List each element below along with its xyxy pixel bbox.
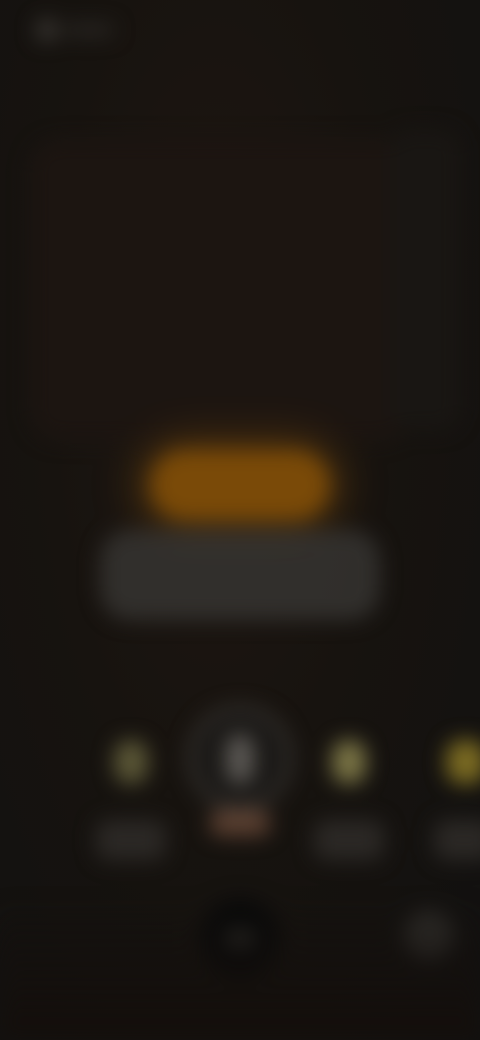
mode-label	[434, 820, 480, 860]
microphone-icon	[226, 734, 254, 784]
mode-label	[96, 820, 166, 860]
bottom-gradient	[0, 900, 480, 1040]
countdown-indicator-text	[150, 450, 330, 520]
mode-option-timer[interactable]	[96, 730, 166, 870]
app-screen	[0, 0, 480, 1040]
flash-icon	[446, 740, 480, 784]
clock-icon	[36, 19, 58, 41]
timer-icon	[114, 740, 148, 784]
mode-label-active	[210, 810, 270, 836]
mode-option-flash[interactable]	[424, 730, 480, 870]
viewfinder-area	[30, 140, 410, 440]
blurred-background-layer	[0, 0, 480, 1040]
status-bar	[28, 14, 118, 44]
status-time-text	[64, 24, 114, 36]
mode-label	[314, 820, 384, 860]
side-panel	[390, 130, 460, 430]
mode-option-light[interactable]	[314, 730, 384, 870]
countdown-value-text	[100, 530, 380, 620]
lightbulb-icon	[332, 740, 366, 784]
